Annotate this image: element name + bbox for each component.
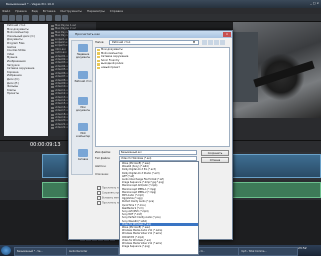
- computer-icon: [78, 123, 88, 131]
- documents-icon: [78, 97, 88, 105]
- tree-item[interactable]: Проекты: [4, 92, 48, 96]
- insert-marker-checkbox[interactable]: Вставить метку: [97, 196, 121, 200]
- cut-icon[interactable]: [32, 15, 38, 21]
- copy-icon[interactable]: [39, 15, 45, 21]
- main-toolbar: [0, 14, 321, 22]
- dialog-nav-buttons: [202, 40, 228, 45]
- preview-building: [233, 32, 258, 102]
- save-button[interactable]: Сохранить: [201, 150, 229, 156]
- dialog-file-list[interactable]: Мои документы Мой компьютер Сетевое окруже…: [95, 47, 230, 147]
- filetype-label: Тип файла:: [95, 157, 111, 160]
- lookin-label: Папка:: [95, 41, 105, 44]
- window-controls[interactable]: _ □ ×: [310, 1, 319, 5]
- taskbar-item[interactable]: Безымянный * - Ve...: [14, 247, 68, 256]
- taskbar-item[interactable]: Audio Recorder: [66, 247, 120, 256]
- video-preview: [233, 22, 321, 118]
- place-recent[interactable]: Недавние документы: [74, 44, 92, 59]
- up-folder-icon[interactable]: [208, 40, 213, 45]
- filename-field[interactable]: Безымянный.avi: [119, 150, 197, 155]
- place-label: Сетевое: [77, 158, 89, 161]
- folder-tree[interactable]: Рабочий стол Мои документы Мой компьютер Ло…: [4, 24, 48, 136]
- view-menu-icon[interactable]: [220, 40, 225, 45]
- new-icon[interactable]: [2, 15, 8, 21]
- cancel-button[interactable]: Отмена: [201, 157, 229, 163]
- save-project-checkbox[interactable]: Сохранять проект: [97, 191, 124, 195]
- properties-icon[interactable]: [23, 15, 29, 21]
- start-button[interactable]: [1, 246, 11, 255]
- filetype-dropdown-list[interactable]: Wave (Microsoft) (*.wav) Wave64 (Sony) (*…: [119, 161, 199, 255]
- render-selection-checkbox[interactable]: Просчитать только выделенную область: [97, 186, 152, 190]
- filetype-option[interactable]: Image Sequence (*.png): [120, 245, 198, 248]
- new-folder-icon[interactable]: [214, 40, 219, 45]
- timecode-display: 00:00:09:13: [30, 142, 61, 148]
- undo-icon[interactable]: [55, 15, 61, 21]
- place-desktop[interactable]: Рабочий стол: [74, 71, 92, 83]
- render-as-dialog: Просчитать как × Недавние документы Рабо…: [68, 30, 233, 255]
- redo-icon[interactable]: [62, 15, 68, 21]
- taskbar-clock: 23:52: [298, 246, 307, 250]
- preview-controls: [233, 118, 321, 140]
- dialog-close-button[interactable]: ×: [223, 32, 231, 37]
- place-label: Недавние документы: [75, 53, 91, 59]
- chevron-down-icon[interactable]: ▼: [193, 41, 195, 44]
- window-titlebar: Безымянный * - Vegas Pro 10.0 _ □ ×: [0, 0, 321, 8]
- places-bar: Недавние документы Рабочий стол Мои доку…: [71, 40, 93, 175]
- dialog-title: Просчитать как: [69, 31, 232, 38]
- template-label: Шаблон:: [95, 165, 107, 168]
- place-label: Мои документы: [75, 106, 91, 112]
- paste-icon[interactable]: [46, 15, 52, 21]
- recent-icon: [78, 44, 88, 52]
- render-loop-checkbox[interactable]: Просчитать по ролику: [97, 201, 129, 205]
- filename-label: Имя файла:: [95, 151, 111, 154]
- lookin-select[interactable]: Рабочий стол: [109, 40, 199, 45]
- window-title: Безымянный * - Vegas Pro 10.0: [6, 2, 54, 6]
- network-icon: [78, 149, 88, 157]
- back-icon[interactable]: [202, 40, 207, 45]
- description-label: Описание:: [95, 173, 109, 176]
- place-label: Рабочий стол: [74, 80, 92, 83]
- open-icon[interactable]: [9, 15, 15, 21]
- place-documents[interactable]: Мои документы: [74, 97, 92, 112]
- place-label: Мой компьютер: [75, 132, 91, 138]
- place-computer[interactable]: Мой компьютер: [74, 123, 92, 138]
- save-icon[interactable]: [16, 15, 22, 21]
- taskbar-item[interactable]: mp3 - Total Comma...: [238, 247, 298, 256]
- desktop-icon: [78, 71, 88, 79]
- dialog-file-item[interactable]: новый проект: [96, 66, 229, 70]
- place-network[interactable]: Сетевое: [74, 149, 92, 161]
